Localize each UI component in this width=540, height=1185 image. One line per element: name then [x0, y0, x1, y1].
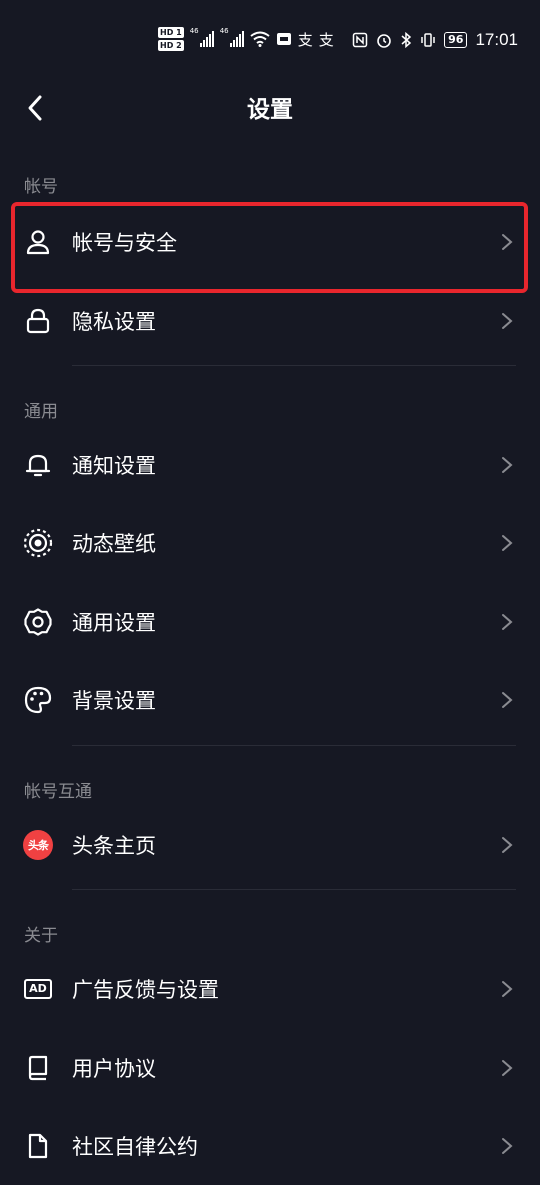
row-label: 广告反馈与设置 [72, 978, 219, 1002]
chevron-right-icon [502, 981, 513, 997]
row-label: 社区自律公约 [72, 1135, 198, 1159]
section-title-account: 帐号 [24, 177, 58, 197]
row-community-guidelines[interactable]: 社区自律公约 [0, 1107, 540, 1185]
status-bar: HD 1 HD 2 46 46 支 支 96 17:01 [0, 0, 540, 80]
divider [72, 889, 516, 890]
chevron-right-icon [502, 234, 513, 250]
row-notification-settings[interactable]: 通知设置 [0, 426, 540, 504]
chevron-right-icon [502, 457, 513, 473]
ad-badge: AD [24, 979, 52, 999]
row-user-agreement[interactable]: 用户协议 [0, 1029, 540, 1107]
chevron-right-icon [502, 692, 513, 708]
chevron-right-icon [502, 313, 513, 329]
hd2-indicator: HD 2 [158, 40, 184, 51]
alarm-icon [377, 34, 391, 48]
lock-icon [23, 306, 53, 336]
row-label: 用户协议 [72, 1057, 156, 1081]
row-general-settings[interactable]: 通用设置 [0, 583, 540, 661]
chevron-right-icon [502, 837, 513, 853]
document-icon [23, 1131, 53, 1161]
row-account-security[interactable]: 帐号与安全 [0, 203, 540, 281]
section-title-account-linking: 帐号互通 [24, 782, 92, 802]
signal-icon: 46 [220, 27, 244, 47]
row-label: 帐号与安全 [72, 231, 177, 255]
section-title-about: 关于 [24, 926, 58, 946]
row-label: 背景设置 [72, 689, 156, 713]
row-background-settings[interactable]: 背景设置 [0, 661, 540, 739]
app-notification-icon: 支 [318, 30, 334, 49]
book-icon [23, 1053, 53, 1083]
status-left-icons: HD 1 HD 2 46 46 支 支 [158, 22, 334, 56]
signal-icon: 46 [190, 27, 214, 47]
wifi-icon [250, 31, 270, 47]
chevron-right-icon [502, 1060, 513, 1076]
row-label: 头条主页 [72, 834, 156, 858]
divider [72, 745, 516, 746]
row-privacy-settings[interactable]: 隐私设置 [0, 282, 540, 360]
wallet-icon [276, 33, 291, 45]
divider [72, 365, 516, 366]
palette-icon [23, 685, 53, 715]
row-label: 动态壁纸 [72, 532, 156, 556]
row-live-wallpaper[interactable]: 动态壁纸 [0, 504, 540, 582]
bell-icon [23, 450, 53, 480]
chevron-right-icon [502, 535, 513, 551]
status-right-icons: 96 17:01 [352, 26, 518, 54]
vibrate-icon [421, 33, 435, 47]
nav-bar: 设置 [0, 78, 540, 134]
toutiao-icon: 头条 [23, 830, 53, 860]
row-ad-feedback[interactable]: AD 广告反馈与设置 [0, 950, 540, 1028]
hd1-indicator: HD 1 [158, 27, 184, 38]
row-label: 隐私设置 [72, 310, 156, 334]
page-title: 设置 [247, 97, 293, 123]
bluetooth-icon [401, 32, 412, 48]
clock: 17:01 [475, 30, 518, 49]
person-icon [23, 227, 53, 257]
nfc-icon [352, 32, 368, 48]
ad-icon: AD [23, 974, 53, 1004]
row-toutiao-homepage[interactable]: 头条 头条主页 [0, 806, 540, 884]
section-title-general: 通用 [24, 402, 58, 422]
live-wallpaper-icon [23, 528, 53, 558]
battery-indicator: 96 [444, 32, 468, 48]
chevron-right-icon [502, 1138, 513, 1154]
row-label: 通知设置 [72, 454, 156, 478]
toutiao-badge: 头条 [23, 830, 53, 860]
gear-icon [23, 607, 53, 637]
app-notification-icon: 支 [297, 30, 313, 49]
chevron-right-icon [502, 614, 513, 630]
hd-indicators: HD 1 HD 2 [158, 27, 184, 51]
row-label: 通用设置 [72, 611, 156, 635]
